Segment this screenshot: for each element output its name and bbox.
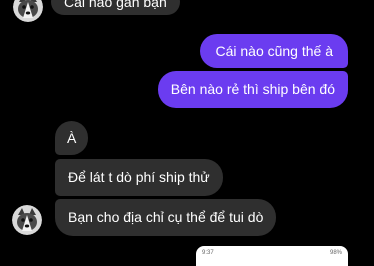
contact-avatar-top[interactable]	[13, 0, 43, 22]
message-incoming[interactable]: À	[55, 121, 89, 155]
message-incoming[interactable]: Để lát t dò phí ship thử	[55, 159, 223, 196]
message-text: Bên nào rẻ thì ship bên đó	[170, 81, 335, 97]
message-text: Bạn cho địa chỉ cụ thể để tui dò	[68, 209, 264, 225]
message-text: À	[67, 130, 77, 146]
contact-avatar[interactable]	[12, 205, 42, 235]
image-attachment-preview[interactable]: 9:37 98%	[196, 246, 348, 266]
message-text: Để lát t dò phí ship thử	[68, 169, 210, 185]
preview-status-battery: 98%	[329, 250, 342, 256]
message-incoming[interactable]: Bạn cho địa chỉ cụ thể để tui dò	[55, 199, 277, 236]
message-outgoing[interactable]: Bên nào rẻ thì ship bên đó	[157, 71, 348, 108]
husky-dog-avatar-icon	[12, 205, 42, 235]
message-incoming[interactable]: Cái nào gần bạn	[51, 0, 180, 15]
husky-dog-avatar-icon	[13, 0, 43, 22]
message-text: Cái nào gần bạn	[64, 0, 167, 10]
message-text: Cái nào cũng thế à	[215, 43, 333, 59]
message-outgoing[interactable]: Cái nào cũng thế à	[200, 34, 348, 68]
preview-status-time: 9:37	[202, 250, 214, 256]
